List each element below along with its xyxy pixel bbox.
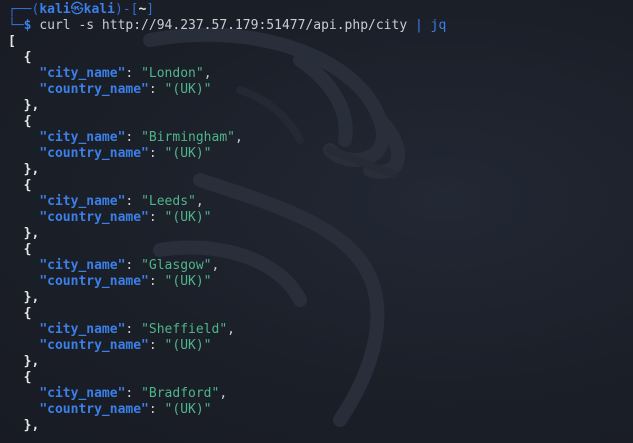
open-object-brace: { bbox=[23, 370, 32, 385]
city-key: "city_name" bbox=[39, 194, 126, 209]
city-key: "city_name" bbox=[39, 258, 126, 273]
city-key: "city_name" bbox=[39, 66, 126, 81]
country-key: "country_name" bbox=[39, 146, 149, 161]
country-value: "(UK)" bbox=[164, 82, 212, 97]
country-key: "country_name" bbox=[39, 82, 149, 97]
city-key: "city_name" bbox=[39, 130, 126, 145]
close-object-brace: }, bbox=[23, 354, 40, 369]
close-object-brace: }, bbox=[23, 162, 40, 177]
open-object-brace: { bbox=[23, 306, 32, 321]
close-object-brace: }, bbox=[23, 418, 40, 433]
open-object-brace: { bbox=[23, 114, 32, 129]
json-open-object: { bbox=[8, 114, 633, 130]
city-key: "city_name" bbox=[39, 322, 126, 337]
city-value: "Birmingham" bbox=[141, 130, 235, 145]
json-open-object: { bbox=[8, 306, 633, 322]
terminal-content: ┌──(kali㉿kali)-[~] └─$ curl -s http://94… bbox=[8, 2, 633, 434]
city-value: "Bradford" bbox=[141, 386, 220, 401]
city-value: "Sheffield" bbox=[141, 322, 228, 337]
json-open-object: { bbox=[8, 50, 633, 66]
open-object-brace: { bbox=[23, 50, 32, 65]
country-value: "(UK)" bbox=[164, 338, 212, 353]
json-city-line: "city_name": "London", bbox=[39, 66, 212, 81]
country-key: "country_name" bbox=[39, 338, 149, 353]
city-key: "city_name" bbox=[39, 386, 126, 401]
prompt-frame-top: ┌──( bbox=[8, 2, 40, 17]
prompt-at-icon: ㉿ bbox=[70, 2, 84, 17]
prompt-user: kali bbox=[39, 2, 71, 17]
json-open-object: { bbox=[8, 178, 633, 194]
country-value: "(UK)" bbox=[164, 210, 212, 225]
json-country-line: "country_name": "(UK)" bbox=[39, 82, 212, 97]
country-key: "country_name" bbox=[39, 274, 149, 289]
prompt-frame-mid: )-[ bbox=[114, 2, 139, 17]
json-country-line: "country_name": "(UK)" bbox=[39, 146, 212, 161]
city-value: "Glasgow" bbox=[141, 258, 212, 273]
json-city-line: "city_name": "Bradford", bbox=[39, 386, 228, 401]
json-open-array: [ bbox=[8, 34, 633, 50]
json-city-line: "city_name": "Leeds", bbox=[39, 194, 204, 209]
json-close-object: }, bbox=[8, 290, 633, 306]
country-value: "(UK)" bbox=[164, 146, 212, 161]
country-value: "(UK)" bbox=[164, 274, 212, 289]
prompt-line-2[interactable]: └─$ curl -s http://94.237.57.179:51477/a… bbox=[8, 18, 633, 34]
json-open-object: { bbox=[8, 370, 633, 386]
json-city-line: "city_name": "Glasgow", bbox=[39, 258, 220, 273]
json-close-object: }, bbox=[8, 354, 633, 370]
json-city-line: "city_name": "Sheffield", bbox=[39, 322, 235, 337]
open-object-brace: { bbox=[23, 178, 32, 193]
close-object-brace: }, bbox=[23, 226, 40, 241]
prompt-dollar: $ bbox=[23, 18, 32, 33]
country-key: "country_name" bbox=[39, 402, 149, 417]
json-city-line: "city_name": "Birmingham", bbox=[39, 130, 243, 145]
json-close-object: }, bbox=[8, 418, 633, 434]
json-close-object: }, bbox=[8, 226, 633, 242]
open-array-bracket: [ bbox=[8, 34, 16, 49]
close-object-brace: }, bbox=[23, 98, 40, 113]
prompt-frame-end: ] bbox=[146, 2, 155, 17]
terminal-window[interactable]: ┌──(kali㉿kali)-[~] └─$ curl -s http://94… bbox=[0, 0, 633, 443]
json-close-object: }, bbox=[8, 162, 633, 178]
prompt-host: kali bbox=[83, 2, 115, 17]
pipe-symbol: | bbox=[415, 18, 423, 33]
json-country-line: "country_name": "(UK)" bbox=[39, 274, 212, 289]
command-text: curl -s http://94.237.57.179:51477/api.p… bbox=[39, 18, 408, 33]
prompt-line-1: ┌──(kali㉿kali)-[~] bbox=[8, 2, 633, 18]
json-close-object: }, bbox=[8, 98, 633, 114]
json-country-line: "country_name": "(UK)" bbox=[39, 402, 212, 417]
pipe-target: jq bbox=[430, 18, 447, 33]
city-value: "London" bbox=[141, 66, 204, 81]
json-country-line: "country_name": "(UK)" bbox=[39, 210, 212, 225]
open-object-brace: { bbox=[23, 242, 32, 257]
city-value: "Leeds" bbox=[141, 194, 196, 209]
close-object-brace: }, bbox=[23, 290, 40, 305]
json-open-object: { bbox=[8, 242, 633, 258]
country-key: "country_name" bbox=[39, 210, 149, 225]
json-country-line: "country_name": "(UK)" bbox=[39, 338, 212, 353]
country-value: "(UK)" bbox=[164, 402, 212, 417]
prompt-frame-bottom: └─ bbox=[8, 18, 24, 33]
